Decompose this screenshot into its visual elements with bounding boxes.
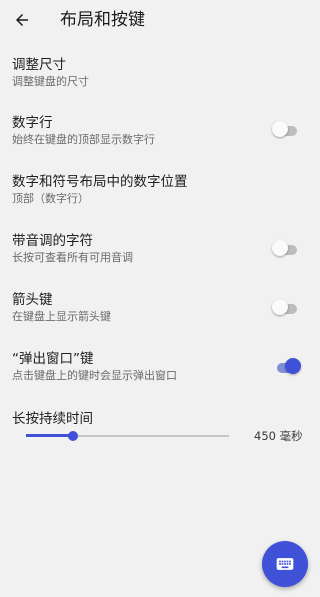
setting-title: 调整尺寸 xyxy=(12,57,66,73)
slider-thumb[interactable] xyxy=(68,431,78,441)
arrow-keys-toggle[interactable] xyxy=(272,298,300,318)
setting-long-press: 长按持续时间 xyxy=(0,408,320,428)
number-row-toggle[interactable] xyxy=(272,120,300,140)
slider-fill xyxy=(26,434,73,437)
setting-title: 长按持续时间 xyxy=(12,411,93,427)
toggle-knob xyxy=(272,240,288,256)
toggle-knob xyxy=(285,358,301,374)
setting-subtitle: 长按可查看所有可用音调 xyxy=(12,251,133,264)
long-press-slider[interactable] xyxy=(26,428,229,444)
long-press-value: 450 毫秒 xyxy=(254,429,303,443)
toggle-knob xyxy=(272,121,288,137)
setting-subtitle: 调整键盘的尺寸 xyxy=(12,75,89,88)
accented-chars-toggle[interactable] xyxy=(272,239,300,259)
keyboard-icon xyxy=(276,558,294,570)
arrow-back-icon xyxy=(16,14,28,26)
setting-title: 带音调的字符 xyxy=(12,233,93,249)
setting-subtitle: 顶部（数字行） xyxy=(12,192,89,205)
setting-title: 数字行 xyxy=(12,115,53,131)
setting-title: 数字和符号布局中的数字位置 xyxy=(12,174,188,190)
setting-subtitle: 在键盘上显示箭头键 xyxy=(12,310,111,323)
setting-subtitle: 点击键盘上的键时会显示弹出窗口 xyxy=(12,369,177,382)
back-button[interactable] xyxy=(10,8,34,32)
setting-subtitle: 始终在键盘的顶部显示数字行 xyxy=(12,133,155,146)
setting-resize[interactable]: 调整尺寸 调整键盘的尺寸 xyxy=(0,52,320,92)
setting-symbol-layout[interactable]: 数字和符号布局中的数字位置 顶部（数字行） xyxy=(0,169,320,209)
popup-keys-toggle[interactable] xyxy=(272,357,301,377)
toggle-knob xyxy=(272,299,288,315)
keyboard-fab-button[interactable] xyxy=(262,541,308,587)
setting-title: “弹出窗口”键 xyxy=(12,351,94,367)
setting-title: 箭头键 xyxy=(12,292,53,308)
page-title: 布局和按键 xyxy=(60,10,145,30)
app-header: 布局和按键 xyxy=(0,0,320,40)
